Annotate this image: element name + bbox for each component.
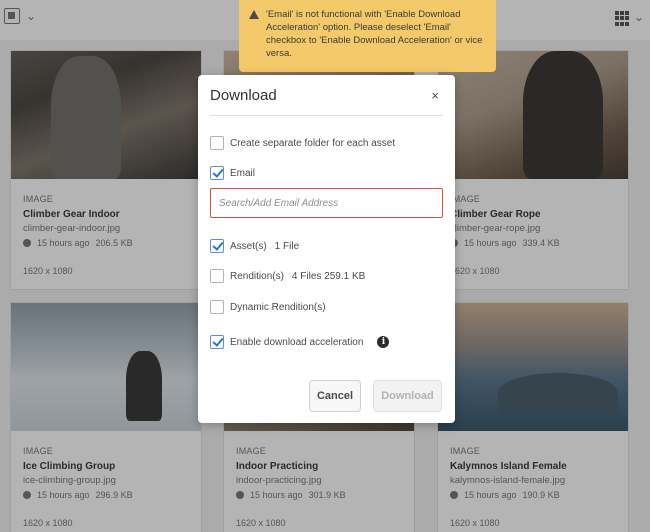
separate-folder-checkbox[interactable] bbox=[210, 136, 224, 150]
option-assets[interactable]: Asset(s) 1 File bbox=[210, 239, 299, 253]
option-acceleration[interactable]: Enable download acceleration i bbox=[210, 335, 390, 349]
download-button[interactable]: Download bbox=[373, 380, 442, 412]
assets-count: 1 File bbox=[274, 240, 300, 252]
info-icon[interactable]: i bbox=[377, 336, 390, 348]
dynamic-renditions-label: Dynamic Rendition(s) bbox=[230, 301, 326, 313]
assets-checkbox[interactable] bbox=[210, 239, 224, 253]
acceleration-label: Enable download acceleration bbox=[230, 336, 364, 348]
dialog-title: Download bbox=[210, 87, 277, 104]
assets-label: Asset(s) bbox=[230, 240, 267, 252]
separate-folder-label: Create separate folder for each asset bbox=[230, 137, 396, 149]
option-email[interactable]: Email bbox=[210, 166, 255, 180]
toast-message: 'Email' is not functional with 'Enable D… bbox=[266, 9, 483, 59]
cancel-button[interactable]: Cancel bbox=[309, 380, 361, 412]
warning-toast: 'Email' is not functional with 'Enable D… bbox=[239, 0, 496, 72]
option-dynamic-renditions[interactable]: Dynamic Rendition(s) bbox=[210, 300, 326, 314]
dynamic-renditions-checkbox[interactable] bbox=[210, 300, 224, 314]
alert-icon bbox=[249, 10, 259, 20]
download-dialog: Download × Create separate folder for ea… bbox=[198, 75, 455, 423]
email-field[interactable] bbox=[210, 188, 443, 218]
email-label: Email bbox=[230, 167, 256, 179]
option-renditions[interactable]: Rendition(s) 4 Files 259.1 KB bbox=[210, 269, 365, 283]
close-icon[interactable]: × bbox=[431, 88, 439, 103]
email-checkbox[interactable] bbox=[210, 166, 224, 180]
renditions-info: 4 Files 259.1 KB bbox=[291, 270, 366, 282]
renditions-checkbox[interactable] bbox=[210, 269, 224, 283]
option-separate-folder[interactable]: Create separate folder for each asset bbox=[210, 136, 395, 150]
acceleration-checkbox[interactable] bbox=[210, 335, 224, 349]
dialog-divider bbox=[210, 115, 443, 116]
renditions-label: Rendition(s) bbox=[230, 270, 284, 282]
